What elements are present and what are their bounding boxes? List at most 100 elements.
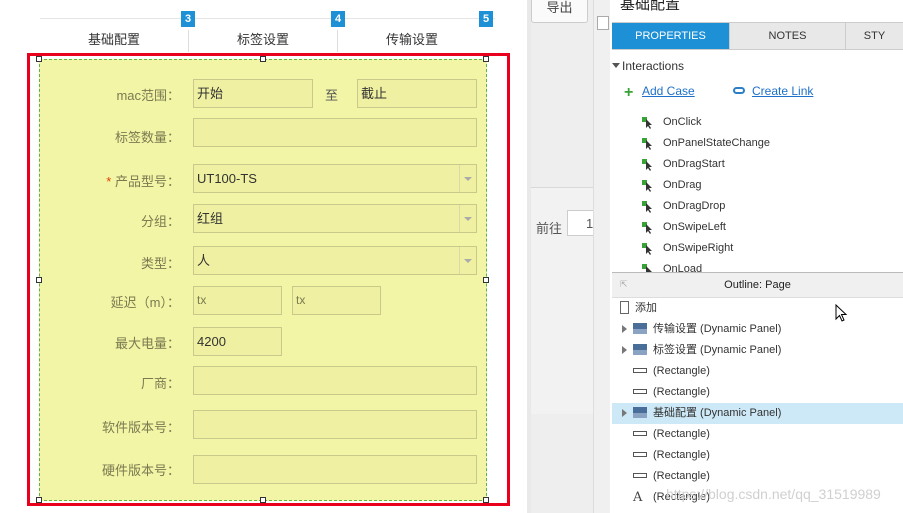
group-select[interactable]: 红组 [193,204,477,233]
outline-row-label: 传输设置 (Dynamic Panel) [653,323,782,335]
inspector-title: 基础配置 [620,0,681,13]
event-cursor-icon [642,222,654,234]
group-label: 分组： [140,214,180,229]
delay-input-a[interactable]: tx [193,286,282,315]
rectangle-icon [633,389,647,394]
resize-handle[interactable] [36,56,42,62]
add-case-link[interactable]: Add Case [642,84,695,98]
chevron-down-icon [459,247,476,274]
dynamic-panel-icon [633,407,647,418]
type-value: 人 [197,253,211,268]
event-item[interactable]: OnSwipeLeft [663,221,726,233]
tag-count-label: 标签数量： [114,130,180,145]
tab-tag-settings[interactable]: 标签设置 [189,28,337,52]
tag-count-input[interactable] [193,118,477,147]
software-version-input[interactable] [193,410,477,439]
expand-triangle-icon[interactable] [622,325,627,333]
max-battery-input[interactable]: 4200 [193,327,282,356]
tab-basic-config[interactable]: 基础配置 [40,28,188,52]
outline-row[interactable]: (Rectangle) [612,466,903,487]
export-button[interactable]: 导出 [531,0,588,23]
resize-handle[interactable] [36,277,42,283]
hardware-version-input[interactable] [193,455,477,484]
mac-end-input[interactable]: 截止 [357,79,477,108]
outline-row[interactable]: (Rectangle) [612,361,903,382]
vendor-label: 厂商： [140,376,180,391]
resize-handle[interactable] [260,56,266,62]
product-model-label-text: 产品型号： [114,174,180,189]
outline-row[interactable]: (Rectangle) [612,382,903,403]
mouse-cursor-icon [835,304,848,322]
vendor-input[interactable] [193,366,477,395]
footnote-badge: 3 [181,11,195,27]
outline-row[interactable]: (Rectangle) [612,445,903,466]
event-cursor-icon [642,117,654,129]
dynamic-panel-icon [633,323,647,334]
outline-row[interactable]: 基础配置 (Dynamic Panel) [612,403,903,424]
outline-row[interactable]: (Rectangle) [612,424,903,445]
text-icon: A [633,490,643,505]
create-link-link[interactable]: Create Link [752,84,813,98]
event-item[interactable]: OnDragDrop [663,200,725,212]
event-cursor-icon [642,180,654,192]
event-cursor-icon [642,138,654,150]
delay-label: 延迟（m）： [110,295,180,310]
mac-start-input[interactable]: 开始 [193,79,313,108]
resize-handle[interactable] [260,497,266,503]
outline-row-label: 基础配置 (Dynamic Panel) [653,407,782,419]
delay-input-b[interactable]: tx [292,286,381,315]
outline-row-label: (Rectangle) [653,386,710,398]
event-cursor-icon [642,159,654,171]
tab-properties[interactable]: PROPERTIES [612,23,730,49]
resize-handle[interactable] [483,277,489,283]
hardware-version-label: 硬件版本号： [101,463,180,478]
required-mark: * [106,174,112,189]
tab-notes[interactable]: NOTES [730,23,846,49]
canvas-divider [40,18,495,19]
goto-page-input[interactable]: 1 [567,210,593,236]
mac-to-label: 至 [325,88,339,103]
dynamic-panel-icon [633,344,647,355]
panel-collapse-icon[interactable]: ⇱ [620,279,628,289]
resize-handle[interactable] [483,56,489,62]
event-item[interactable]: OnSwipeRight [663,242,733,254]
inspector-tabs: PROPERTIES NOTES STY [612,22,903,50]
resize-handle[interactable] [36,497,42,503]
expand-triangle-icon[interactable] [622,346,627,354]
goto-label: 前往 [536,221,563,236]
page-icon [620,301,629,314]
chevron-down-icon [459,165,476,192]
footnote-badge: 5 [479,11,493,27]
event-item[interactable]: OnClick [663,116,702,128]
tab-style[interactable]: STY [846,23,903,49]
event-item[interactable]: OnPanelStateChange [663,137,770,149]
rectangle-icon [633,452,647,457]
event-item[interactable]: OnDrag [663,179,702,191]
group-value: 红组 [197,211,224,226]
tab-transfer-settings[interactable]: 传输设置 [338,28,486,52]
event-cursor-icon [642,201,654,213]
outline-row[interactable]: 传输设置 (Dynamic Panel) [612,319,903,340]
collapse-triangle-icon[interactable] [612,63,620,68]
outline-row-label: (Rectangle) [653,449,710,461]
expand-triangle-icon[interactable] [622,409,627,417]
rectangle-icon [633,368,647,373]
interactions-heading: Interactions [622,59,685,73]
event-item[interactable]: OnDragStart [663,158,725,170]
outline-row[interactable]: 添加 [612,298,903,319]
outline-row-label: (Rectangle) [653,365,710,377]
outline-row-label: (Rectangle) [653,428,710,440]
product-model-select[interactable]: UT100-TS [193,164,477,193]
chevron-down-icon [459,205,476,232]
rectangle-icon [633,473,647,478]
type-select[interactable]: 人 [193,246,477,275]
resize-handle[interactable] [483,497,489,503]
outline-row[interactable]: 标签设置 (Dynamic Panel) [612,340,903,361]
rectangle-icon [633,431,647,436]
canvas-scrollbar[interactable] [593,0,611,513]
scrollbar-thumb[interactable] [597,16,609,30]
footnote-badge: 4 [331,11,345,27]
plus-icon: + [624,84,634,101]
event-cursor-icon [642,243,654,255]
link-icon [733,87,745,94]
